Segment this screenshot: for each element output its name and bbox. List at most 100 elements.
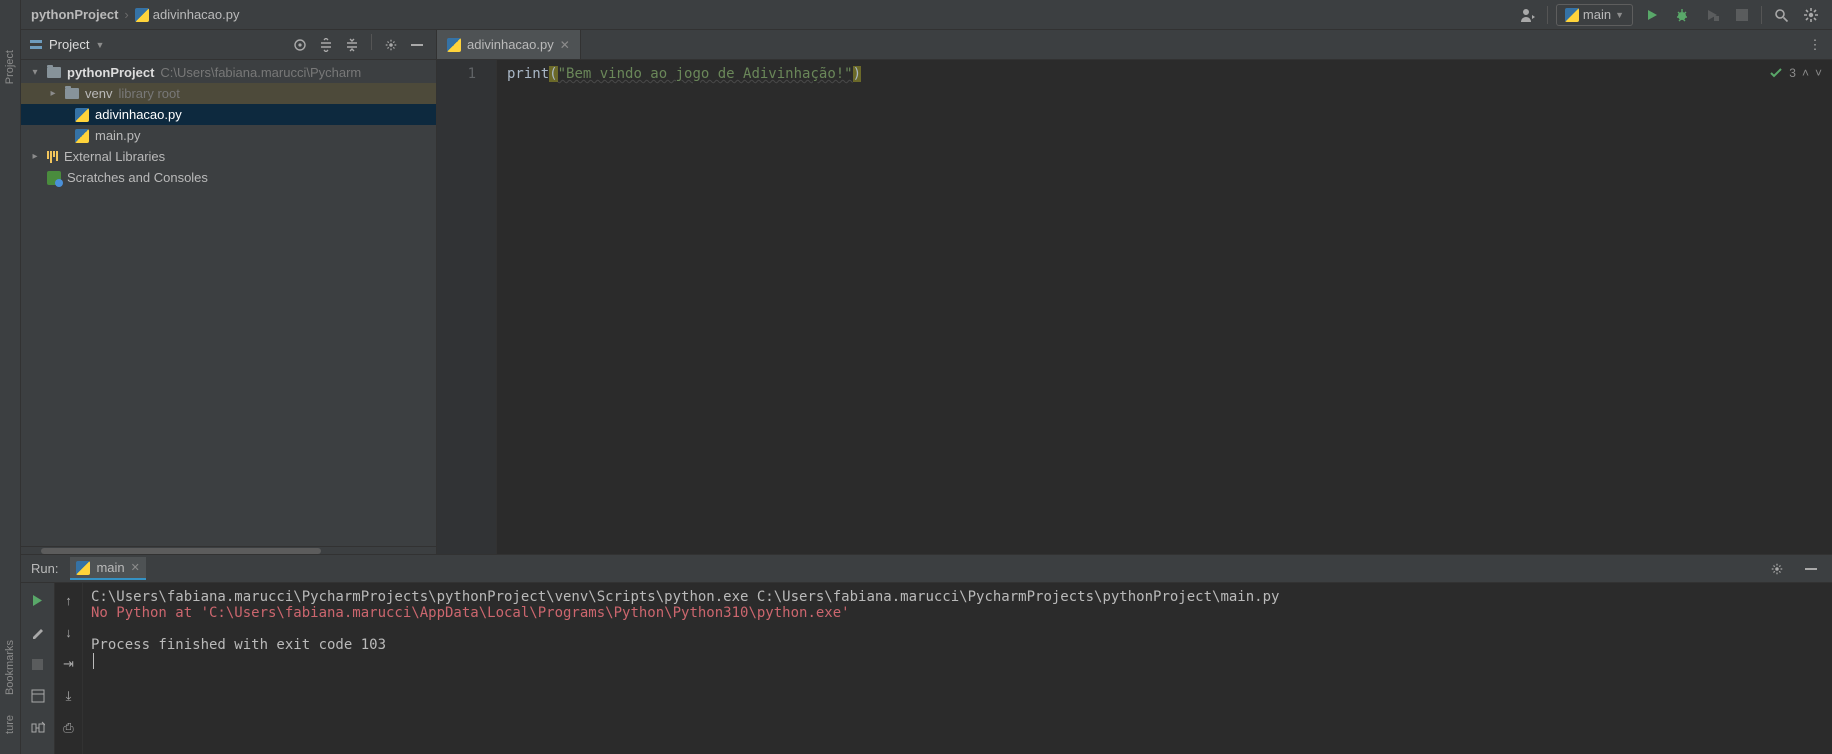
line-number: 1 <box>437 66 476 82</box>
collapse-all-button[interactable] <box>341 34 363 56</box>
horizontal-scrollbar[interactable] <box>21 546 436 554</box>
chevron-down-icon: ▼ <box>95 40 104 50</box>
scroll-to-end-button[interactable]: ⤓ <box>58 685 80 707</box>
tool-tab-project[interactable]: Project <box>4 50 16 84</box>
soft-wrap-button[interactable]: ⇥ <box>58 653 80 675</box>
run-button[interactable] <box>1641 4 1663 26</box>
project-panel-actions <box>289 34 428 56</box>
run-panel-header: Run: main ✕ <box>21 555 1832 583</box>
project-tree[interactable]: ▾ pythonProject C:\Users\fabiana.marucci… <box>21 60 436 546</box>
run-config-label: main <box>1583 7 1611 22</box>
toolbar-right: main ▼ <box>1517 4 1822 26</box>
debug-button[interactable] <box>1671 4 1693 26</box>
close-tab-button[interactable]: ✕ <box>560 38 570 52</box>
tree-item-ext-libs[interactable]: ▸ External Libraries <box>21 146 436 167</box>
tree-item-hint: library root <box>118 86 179 101</box>
separator <box>1761 6 1762 24</box>
separator <box>1547 6 1548 24</box>
tree-root-path: C:\Users\fabiana.marucci\Pycharm <box>160 65 361 80</box>
print-button[interactable]: ⎙ <box>58 717 80 739</box>
run-coverage-button <box>1701 4 1723 26</box>
project-panel-header: Project ▼ <box>21 30 436 60</box>
tree-root-name: pythonProject <box>67 65 154 80</box>
scrollbar-thumb[interactable] <box>41 548 321 554</box>
python-icon <box>76 561 90 575</box>
editor-area: adivinhacao.py ✕ ⋮ 1 print("Bem vindo ao… <box>437 30 1832 554</box>
folder-icon <box>47 67 61 78</box>
tree-item-scratches[interactable]: Scratches and Consoles <box>21 167 436 188</box>
left-tool-gutter: Project Bookmarks ture <box>0 0 21 754</box>
token-paren: ( <box>549 66 557 82</box>
stop-run-button[interactable] <box>27 653 49 675</box>
tree-item-label: venv <box>85 86 112 101</box>
hide-run-panel-button[interactable] <box>1800 558 1822 580</box>
project-view-icon <box>29 38 43 52</box>
breadcrumb-file-label: adivinhacao.py <box>153 7 240 22</box>
console-line: C:\Users\fabiana.marucci\PycharmProjects… <box>91 589 1279 605</box>
stop-button <box>1731 4 1753 26</box>
modify-run-config-button[interactable] <box>27 621 49 643</box>
token-string: "Bem vindo ao jogo de Adivinhação!" <box>558 66 853 82</box>
expand-all-button[interactable] <box>315 34 337 56</box>
breadcrumb-separator-icon: › <box>124 7 128 22</box>
panel-settings-button[interactable] <box>380 34 402 56</box>
breadcrumb-project[interactable]: pythonProject <box>31 7 118 22</box>
python-file-icon <box>447 38 461 52</box>
project-view-label: Project <box>49 37 89 52</box>
tree-item-venv[interactable]: ▸ venv library root <box>21 83 436 104</box>
run-config-selector[interactable]: main ▼ <box>1556 4 1633 26</box>
content-row: Project ▼ ▾ pythonProject C:\Use <box>21 30 1832 554</box>
folder-icon <box>65 88 79 99</box>
python-icon <box>1565 8 1579 22</box>
tree-item[interactable]: main.py <box>21 125 436 146</box>
inspections-count: 3 <box>1789 66 1796 80</box>
chevron-right-icon: ▸ <box>47 88 59 99</box>
scratches-icon <box>47 171 61 185</box>
tree-item-label: adivinhacao.py <box>95 107 182 122</box>
run-tab[interactable]: main ✕ <box>70 557 145 580</box>
breadcrumb-file[interactable]: adivinhacao.py <box>135 7 240 22</box>
pin-tab-button[interactable] <box>27 717 49 739</box>
project-tool-window: Project ▼ ▾ pythonProject C:\Use <box>21 30 437 554</box>
user-icon[interactable] <box>1517 4 1539 26</box>
console-cursor <box>93 653 94 669</box>
search-everywhere-button[interactable] <box>1770 4 1792 26</box>
tree-root[interactable]: ▾ pythonProject C:\Users\fabiana.marucci… <box>21 62 436 83</box>
editor-tab-active[interactable]: adivinhacao.py ✕ <box>437 30 581 59</box>
up-stack-button[interactable]: ↑ <box>58 589 80 611</box>
hide-panel-button[interactable] <box>406 34 428 56</box>
close-tab-button[interactable]: ✕ <box>131 561 140 574</box>
editor-gutter: 1 <box>437 60 497 554</box>
tree-item-label: main.py <box>95 128 141 143</box>
chevron-right-icon: ▸ <box>29 151 41 162</box>
next-problem-button[interactable]: ˅ <box>1815 66 1822 80</box>
console-output[interactable]: C:\Users\fabiana.marucci\PycharmProjects… <box>83 583 1832 754</box>
tree-item-label: Scratches and Consoles <box>67 170 208 185</box>
settings-button[interactable] <box>1800 4 1822 26</box>
code-area[interactable]: print("Bem vindo ao jogo de Adivinhação!… <box>497 60 1832 554</box>
breadcrumb: pythonProject › adivinhacao.py <box>31 7 1511 22</box>
editor-tabs: adivinhacao.py ✕ ⋮ <box>437 30 1832 60</box>
external-libraries-icon <box>47 151 58 163</box>
main-area: pythonProject › adivinhacao.py main ▼ <box>21 0 1832 754</box>
run-panel-body: ↑ ↓ ⇥ ⤓ ⎙ C:\Users\fabiana.marucci\Pycha… <box>21 583 1832 754</box>
token-function: print <box>507 66 549 82</box>
tool-tab-structure[interactable]: ture <box>4 715 16 734</box>
editor-tab-label: adivinhacao.py <box>467 37 554 52</box>
select-opened-file-button[interactable] <box>289 34 311 56</box>
prev-problem-button[interactable]: ˄ <box>1802 66 1809 80</box>
run-tool-window: Run: main ✕ ↑ ↓ ⇥ <box>21 554 1832 754</box>
inspections-widget[interactable]: 3 ˄ ˅ <box>1769 66 1822 80</box>
editor-body[interactable]: 1 print("Bem vindo ao jogo de Adivinhaçã… <box>437 60 1832 554</box>
tool-tab-bookmarks[interactable]: Bookmarks <box>4 640 16 695</box>
run-panel-label: Run: <box>31 561 58 576</box>
tree-item-selected[interactable]: adivinhacao.py <box>21 104 436 125</box>
rerun-button[interactable] <box>27 589 49 611</box>
restore-layout-button[interactable] <box>27 685 49 707</box>
check-icon <box>1769 66 1783 80</box>
project-view-selector[interactable]: Project ▼ <box>29 37 283 52</box>
run-panel-settings-button[interactable] <box>1766 558 1788 580</box>
editor-more-button[interactable]: ⋮ <box>1804 34 1826 56</box>
down-stack-button[interactable]: ↓ <box>58 621 80 643</box>
console-error-line: No Python at 'C:\Users\fabiana.marucci\A… <box>91 605 850 621</box>
